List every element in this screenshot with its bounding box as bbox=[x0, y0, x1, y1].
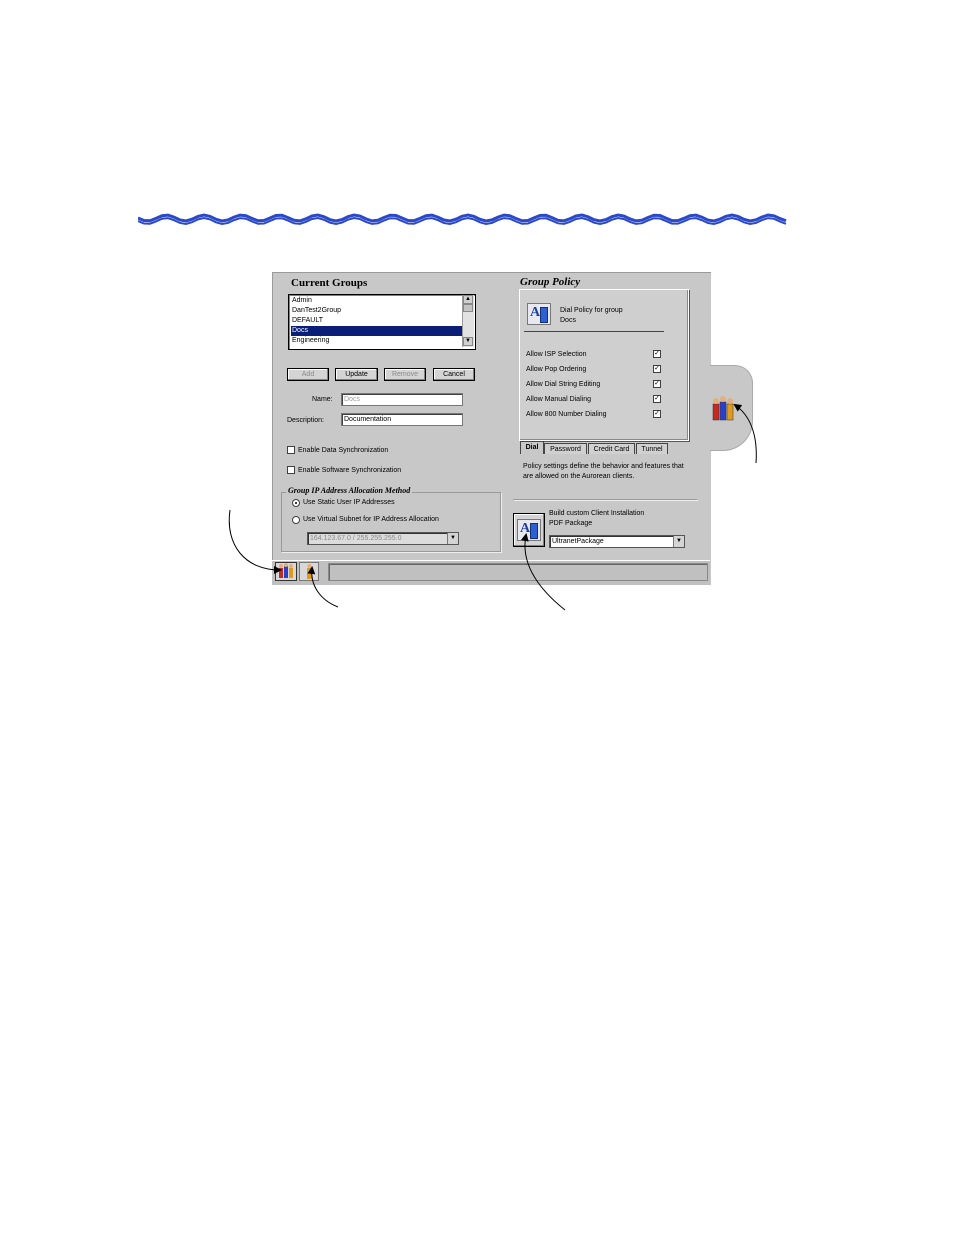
scroll-up-icon[interactable]: ▲ bbox=[463, 295, 473, 304]
remove-button[interactable]: Remove bbox=[384, 368, 426, 381]
list-item[interactable]: DEFAULT bbox=[291, 316, 462, 326]
arrow-to-flap-icon bbox=[733, 403, 757, 464]
policy-option-label: Allow Dial String Editing bbox=[526, 381, 601, 388]
current-groups-title: Current Groups bbox=[291, 277, 368, 289]
cancel-button[interactable]: Cancel bbox=[433, 368, 475, 381]
arrow-to-groups-button bbox=[228, 509, 282, 574]
policy-header-line2: Docs bbox=[560, 317, 576, 324]
scroll-thumb[interactable] bbox=[463, 304, 473, 312]
policy-option-checkbox[interactable]: ✓ bbox=[653, 380, 661, 388]
groups-listbox[interactable]: Admin DanTest2Group DEFAULT Docs Enginee… bbox=[288, 294, 476, 350]
policy-app-icon: A bbox=[527, 303, 551, 325]
policy-option-checkbox[interactable]: ✓ bbox=[653, 350, 661, 358]
arrow-to-build-button bbox=[520, 533, 566, 611]
groups-scrollbar[interactable]: ▲ ▼ bbox=[462, 295, 474, 347]
arrow-to-user-button bbox=[307, 566, 339, 608]
list-item[interactable]: Engineering bbox=[291, 336, 462, 346]
update-button[interactable]: Update bbox=[335, 368, 378, 381]
policy-option-label: Allow ISP Selection bbox=[526, 351, 587, 358]
add-button[interactable]: Add bbox=[287, 368, 329, 381]
policy-header-line1: Dial Policy for group bbox=[560, 307, 623, 314]
callout-arrows bbox=[228, 403, 757, 611]
list-item[interactable]: DanTest2Group bbox=[291, 306, 462, 316]
policy-divider bbox=[524, 331, 664, 332]
list-item[interactable]: Admin bbox=[291, 296, 462, 306]
policy-option-checkbox[interactable]: ✓ bbox=[653, 365, 661, 373]
policy-option-label: Allow Pop Ordering bbox=[526, 366, 587, 373]
wave-divider bbox=[138, 213, 787, 226]
scroll-down-icon[interactable]: ▼ bbox=[463, 337, 473, 346]
group-policy-title: Group Policy bbox=[520, 276, 581, 288]
list-item-selected[interactable]: Docs bbox=[291, 326, 462, 336]
